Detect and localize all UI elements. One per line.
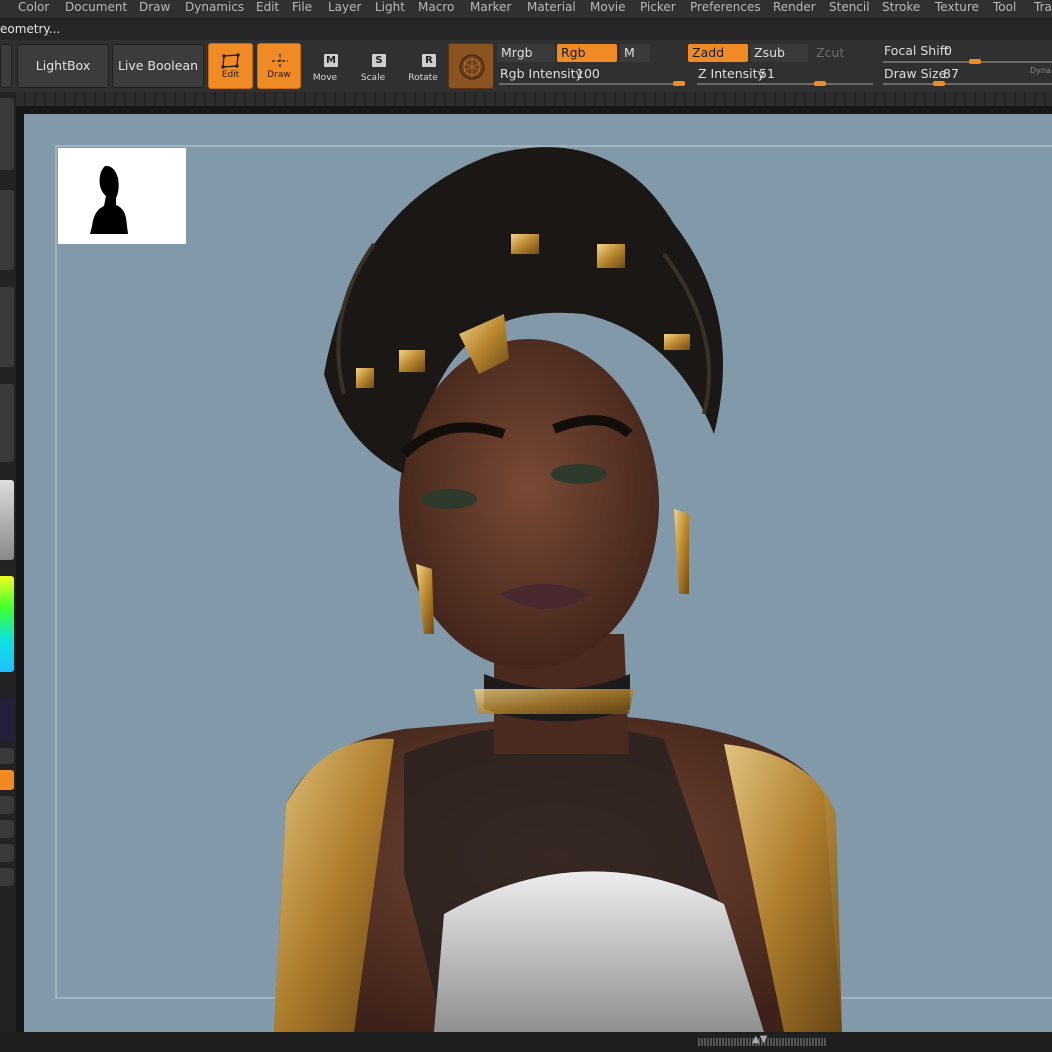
left-tray-button-8[interactable] [0,844,14,862]
rgb-toggle[interactable]: Rgb [557,44,617,62]
menu-light[interactable]: Light [375,0,405,18]
dynamic-button[interactable]: Dyna [1030,66,1051,75]
left-tray [0,92,16,1052]
live-boolean-button[interactable]: Live Boolean [112,44,204,88]
draw-icon [272,54,288,68]
menu-file[interactable]: File [292,0,312,18]
draw-size-slider[interactable]: Draw Size 87 [881,66,1052,88]
material-button[interactable] [448,43,494,89]
z-intensity-label: Z Intensity [698,66,765,81]
alternate-color-swatch[interactable] [0,770,14,790]
draw-size-value: 87 [943,66,959,81]
material-sphere-icon [459,54,485,80]
focal-shift-knob[interactable] [969,59,981,64]
rotate-button[interactable]: R Rotate [402,44,444,88]
left-tray-button-5[interactable] [0,748,14,764]
menu-color[interactable]: Color [18,0,49,18]
sculpt-render [55,145,1052,1032]
zsub-toggle[interactable]: Zsub [750,44,808,62]
menu-draw[interactable]: Draw [139,0,170,18]
draw-size-knob[interactable] [933,81,945,86]
rgb-intensity-slider[interactable]: Rgb Intensity 100 [497,66,687,88]
mrgb-toggle[interactable]: Mrgb [497,44,555,62]
focal-shift-slider[interactable]: Focal Shift 0 [881,43,1052,65]
navigation-thumbnail[interactable] [58,148,186,244]
focal-shift-value: 0 [944,43,952,58]
menu-preferences[interactable]: Preferences [690,0,761,18]
edit-icon [221,53,240,69]
zcut-toggle[interactable]: Zcut [812,44,868,62]
rgb-intensity-label: Rgb Intensity [500,66,583,81]
geometry-label[interactable]: eometry... [0,22,60,36]
menu-layer[interactable]: Layer [328,0,361,18]
draw-label: Draw [267,70,291,80]
focal-shift-track [883,61,1052,63]
menu-dynamics[interactable]: Dynamics [185,0,244,18]
z-intensity-slider[interactable]: Z Intensity 51 [695,66,875,88]
draw-size-label: Draw Size [884,66,947,81]
menu-document[interactable]: Document [65,0,127,18]
left-tray-button-3[interactable] [0,287,14,367]
menu-material[interactable]: Material [527,0,576,18]
menu-edit[interactable]: Edit [256,0,279,18]
focal-shift-label: Focal Shift [884,43,949,58]
rgb-intensity-track [499,83,685,85]
menu-macro[interactable]: Macro [418,0,454,18]
menu-stencil[interactable]: Stencil [829,0,870,18]
draw-button[interactable]: Draw [257,43,301,89]
toolbar-left-edge-button[interactable] [0,44,12,88]
move-button[interactable]: M Move [304,44,346,88]
move-icon: M [320,54,338,70]
left-tray-button-4[interactable] [0,384,14,462]
lightbox-button[interactable]: LightBox [17,44,109,88]
draw-size-track [883,83,1052,85]
silhouette-icon [90,165,128,234]
m-toggle[interactable]: M [620,44,650,62]
menu-picker[interactable]: Picker [640,0,676,18]
bottom-bar: ▲▼ [0,1032,1052,1052]
left-tray-button-7[interactable] [0,820,14,838]
menu-render[interactable]: Render [773,0,816,18]
material-preview-swatch[interactable] [0,480,14,560]
top-toolbar: LightBox Live Boolean Edit Draw M Move S… [0,40,1052,92]
scale-button[interactable]: S Scale [352,44,394,88]
rotate-icon: R [418,54,436,70]
menu-texture[interactable]: Texture [935,0,979,18]
zadd-toggle[interactable]: Zadd [688,44,748,62]
scroll-arrows-icon[interactable]: ▲▼ [752,1034,767,1045]
left-tray-button-6[interactable] [0,796,14,814]
menu-bar: Color Document Draw Dynamics Edit File L… [0,0,1052,19]
canvas-ruler [16,92,1052,106]
color-picker-swatch[interactable] [0,576,14,672]
menu-marker[interactable]: Marker [470,0,511,18]
rgb-intensity-knob[interactable] [673,81,685,86]
z-intensity-value: 51 [759,66,775,81]
z-intensity-track [697,83,873,85]
document-canvas[interactable] [24,114,1052,1032]
menu-transform[interactable]: Tra [1034,0,1052,18]
menu-stroke[interactable]: Stroke [882,0,920,18]
sub-bar: eometry... [0,19,1052,40]
edit-label: Edit [221,70,240,80]
menu-tool[interactable]: Tool [993,0,1016,18]
left-tray-button-1[interactable] [0,98,14,170]
main-color-swatch[interactable] [0,698,14,742]
left-tray-button-9[interactable] [0,868,14,886]
scale-icon: S [368,54,386,70]
rotate-label: Rotate [408,73,438,83]
z-intensity-knob[interactable] [814,81,827,86]
left-tray-button-2[interactable] [0,190,14,270]
rgb-intensity-value: 100 [576,66,600,81]
scale-label: Scale [360,73,386,83]
edit-button[interactable]: Edit [208,43,253,89]
move-label: Move [312,73,338,83]
menu-movie[interactable]: Movie [590,0,626,18]
